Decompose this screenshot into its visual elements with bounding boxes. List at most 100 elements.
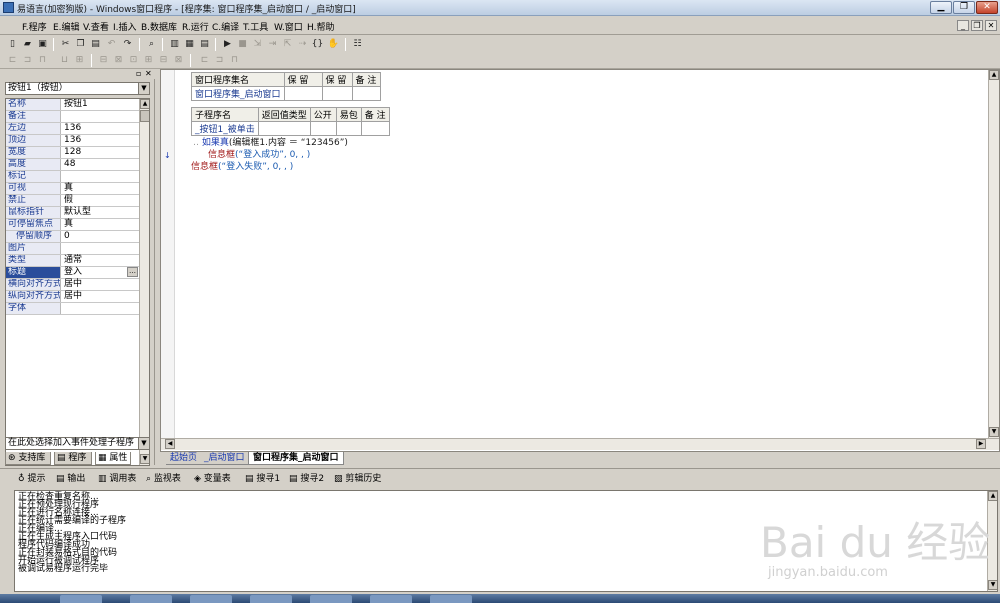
step-out-icon[interactable]: ⇱ bbox=[281, 38, 294, 50]
property-row[interactable]: 顶边 136 bbox=[6, 135, 139, 147]
property-value[interactable]: 真 bbox=[62, 219, 138, 230]
menu-run[interactable]: R.运行 bbox=[182, 20, 209, 33]
scroll-right-icon[interactable]: ▶ bbox=[976, 439, 986, 449]
new-icon[interactable]: ▯ bbox=[6, 38, 19, 50]
property-value[interactable]: 真 bbox=[62, 183, 138, 194]
property-value[interactable]: 按钮1 bbox=[62, 99, 138, 110]
editor-horizontal-scrollbar[interactable]: ◀ ▶ bbox=[161, 438, 999, 450]
tab-call-table[interactable]: ▥ 调用表 bbox=[98, 473, 136, 485]
align-top-icon[interactable]: ⊓ bbox=[36, 54, 49, 66]
property-row[interactable]: 图片 bbox=[6, 243, 139, 255]
property-row[interactable]: 横向对齐方式 居中 bbox=[6, 279, 139, 291]
property-row[interactable]: 宽度 128 bbox=[6, 147, 139, 159]
align-center-icon[interactable]: ⊞ bbox=[73, 54, 86, 66]
taskbar-item[interactable] bbox=[250, 595, 292, 603]
layout2-icon[interactable]: ▦ bbox=[183, 38, 196, 50]
space-v-icon[interactable]: ⊟ bbox=[157, 54, 170, 66]
same-height-icon[interactable]: ⊠ bbox=[112, 54, 125, 66]
same-width-icon[interactable]: ⊟ bbox=[97, 54, 110, 66]
property-value[interactable]: 居中 bbox=[62, 279, 138, 290]
property-row[interactable]: 纵向对齐方式 居中 bbox=[6, 291, 139, 303]
property-row[interactable]: 高度 48 bbox=[6, 159, 139, 171]
breakpoint-icon[interactable]: {} bbox=[311, 38, 324, 50]
property-scrollbar[interactable]: ▲ ▼ bbox=[139, 99, 149, 465]
close-button[interactable]: ✕ bbox=[976, 1, 998, 14]
property-row[interactable]: 左边 136 bbox=[6, 123, 139, 135]
code-editor[interactable]: ↓ 窗口程序集名 保 留 保 留 备 注 窗口程序集_启动窗口 子程序名 返回值… bbox=[160, 69, 1000, 452]
save-icon[interactable]: ▣ bbox=[36, 38, 49, 50]
component-select[interactable]: 按钮1（按钮） ▼ bbox=[5, 82, 150, 95]
table-cell[interactable] bbox=[335, 121, 362, 136]
redo-icon[interactable]: ↷ bbox=[121, 38, 134, 50]
scroll-thumb[interactable] bbox=[140, 110, 149, 122]
align-left-icon[interactable]: ⊏ bbox=[6, 54, 19, 66]
run-icon[interactable]: ▶ bbox=[221, 38, 234, 50]
property-row-selected[interactable]: 标题 登入… bbox=[6, 267, 139, 279]
tab-class-module[interactable]: 窗口程序集_启动窗口 bbox=[248, 452, 344, 465]
scroll-left-icon[interactable]: ◀ bbox=[165, 439, 175, 449]
table-cell[interactable] bbox=[360, 121, 390, 136]
paste-icon[interactable]: ▤ bbox=[89, 38, 102, 50]
menu-tools[interactable]: T.工具 bbox=[243, 20, 268, 33]
table-cell[interactable] bbox=[257, 121, 311, 136]
step-into-icon[interactable]: ⇲ bbox=[251, 38, 264, 50]
property-row[interactable]: 类型 通常 bbox=[6, 255, 139, 267]
taskbar-item[interactable] bbox=[310, 595, 352, 603]
property-row[interactable]: 禁止假 bbox=[6, 195, 139, 207]
property-value[interactable]: 默认型 bbox=[62, 207, 138, 218]
property-row[interactable]: 备注 bbox=[6, 111, 139, 123]
code-line[interactable]: ‥ 如果真(编辑框1.内容 ＝ “123456”) bbox=[193, 138, 348, 149]
tab-variable-table[interactable]: ◈ 变量表 bbox=[194, 473, 231, 485]
layout3-icon[interactable]: ▤ bbox=[198, 38, 211, 50]
event-select[interactable]: 在此处选择加入事件处理子程序 ▼ bbox=[5, 437, 150, 450]
property-value[interactable]: 136 bbox=[62, 135, 138, 146]
editor-vertical-scrollbar[interactable]: ▲ ▼ bbox=[988, 70, 999, 438]
property-row[interactable]: 可停留焦点真 bbox=[6, 219, 139, 231]
taskbar-item[interactable] bbox=[370, 595, 412, 603]
taskbar-item[interactable] bbox=[60, 595, 102, 603]
taskbar-item[interactable] bbox=[430, 595, 472, 603]
lock-icon[interactable]: ⊓ bbox=[228, 54, 241, 66]
tab-watch-table[interactable]: ⌕ 监视表 bbox=[146, 473, 181, 485]
class-name-cell[interactable]: 窗口程序集_启动窗口 bbox=[191, 86, 285, 101]
menu-window[interactable]: W.窗口 bbox=[274, 20, 303, 33]
center-h-icon[interactable]: ⊠ bbox=[172, 54, 185, 66]
find-icon[interactable]: ⌕ bbox=[145, 38, 158, 50]
property-row[interactable]: 标记 bbox=[6, 171, 139, 183]
menu-view[interactable]: V.查看 bbox=[83, 20, 109, 33]
minimize-button[interactable]: ▁ bbox=[930, 1, 952, 14]
chevron-down-icon[interactable]: ▼ bbox=[138, 83, 149, 94]
chevron-down-icon[interactable]: ▼ bbox=[138, 438, 149, 449]
menu-program[interactable]: F.程序 bbox=[22, 20, 47, 33]
open-icon[interactable]: ▰ bbox=[21, 38, 34, 50]
property-value[interactable] bbox=[62, 243, 138, 254]
menu-insert[interactable]: I.插入 bbox=[113, 20, 137, 33]
property-row[interactable]: 鼠标指针 默认型 bbox=[6, 207, 139, 219]
property-row[interactable]: 字体 bbox=[6, 303, 139, 315]
ellipsis-button[interactable]: … bbox=[127, 267, 138, 277]
property-row[interactable]: 名称 按钮1 bbox=[6, 99, 139, 111]
code-line[interactable]: 信息框(“登入失败”, 0, , ) bbox=[191, 162, 293, 173]
scroll-down-icon[interactable]: ▼ bbox=[989, 427, 999, 437]
tab-support-library[interactable]: ⊛ 支持库 bbox=[5, 452, 51, 465]
tab-startup-window[interactable]: _启动窗口 bbox=[200, 452, 249, 465]
mdi-restore-button[interactable]: ❐ bbox=[971, 20, 983, 31]
property-value[interactable]: 居中 bbox=[62, 291, 138, 302]
restore-button[interactable]: ❐ bbox=[953, 1, 975, 14]
property-value[interactable]: 136 bbox=[62, 123, 138, 134]
space-h-icon[interactable]: ⊞ bbox=[142, 54, 155, 66]
copy-icon[interactable]: ❐ bbox=[74, 38, 87, 50]
property-row[interactable]: 停留顺序 0 bbox=[6, 231, 139, 243]
stop-icon[interactable]: ■ bbox=[236, 38, 249, 50]
tab-hints[interactable]: ♁ 提示 bbox=[18, 473, 45, 485]
find-replace-icon[interactable]: ☷ bbox=[351, 38, 364, 50]
tab-program[interactable]: ▤ 程序 bbox=[54, 452, 92, 465]
property-row[interactable]: 可视真 bbox=[6, 183, 139, 195]
order-front-icon[interactable]: ⊏ bbox=[198, 54, 211, 66]
scroll-up-icon[interactable]: ▲ bbox=[988, 491, 997, 501]
align-bottom-icon[interactable]: ⊔ bbox=[58, 54, 71, 66]
run-to-cursor-icon[interactable]: ⇢ bbox=[296, 38, 309, 50]
subroutine-name-cell[interactable]: _按钮1_被单击 bbox=[191, 121, 259, 136]
property-value[interactable]: 假 bbox=[62, 195, 138, 206]
menu-help[interactable]: H.帮助 bbox=[307, 20, 334, 33]
